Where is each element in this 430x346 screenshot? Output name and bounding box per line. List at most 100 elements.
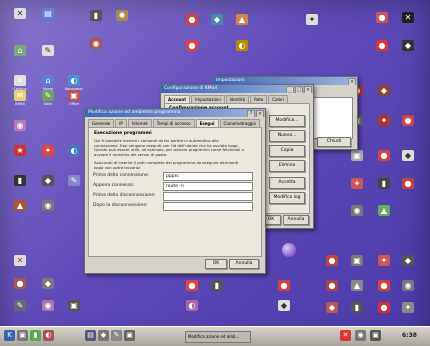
cancel-button[interactable]: Annulla: [229, 259, 259, 269]
desktop-icon[interactable]: ●: [180, 14, 204, 26]
close-icon[interactable]: ×: [256, 110, 264, 117]
desktop-icon[interactable]: ◉: [396, 280, 420, 292]
before-disconnect-input[interactable]: [163, 192, 253, 201]
desktop-icon[interactable]: ◆: [272, 300, 296, 312]
desktop-icon[interactable]: ✎: [62, 175, 86, 187]
close-button[interactable]: Chiudi: [317, 137, 351, 147]
tab-execute[interactable]: Esegui: [195, 119, 219, 127]
desktop-icon[interactable]: ✦: [396, 302, 420, 314]
desktop-icon[interactable]: ◆: [205, 14, 229, 26]
app-icon[interactable]: ✎: [111, 330, 122, 341]
desktop-icon[interactable]: ●: [370, 40, 394, 52]
desktop-icon[interactable]: ●: [396, 178, 420, 190]
tab-colors[interactable]: Colori: [268, 95, 288, 103]
desktop-icon[interactable]: ◉: [84, 38, 108, 50]
desktop-icon[interactable]: ◆: [320, 302, 344, 314]
app-icon[interactable]: ◆: [98, 330, 109, 341]
desktop-icon[interactable]: ★: [8, 145, 32, 157]
desktop-icon[interactable]: ▲: [372, 205, 396, 217]
tray-icon[interactable]: ◉: [355, 330, 366, 341]
desktop-icon[interactable]: ▲: [230, 14, 254, 26]
tab-settings[interactable]: Impostazioni: [191, 95, 225, 103]
desktop-icon[interactable]: ◆: [396, 150, 420, 162]
desktop-icon[interactable]: ✕: [8, 8, 32, 20]
desktop-icon[interactable]: ◐: [62, 145, 86, 157]
desktop-icon[interactable]: ▲: [345, 280, 369, 292]
after-disconnect-input[interactable]: [163, 202, 253, 211]
desktop-icon[interactable]: ●: [372, 280, 396, 292]
desktop-icon[interactable]: ▮: [372, 178, 396, 190]
tab-account[interactable]: Account: [164, 95, 191, 103]
desktop-icon[interactable]: ●: [370, 12, 394, 24]
browser-icon[interactable]: ◐: [43, 330, 54, 341]
desktop-icon[interactable]: ◆: [396, 255, 420, 267]
desktop-icon[interactable]: ⌂: [8, 45, 32, 57]
desktop-icon[interactable]: ◐: [230, 40, 254, 52]
desktop-icon[interactable]: ▮: [205, 280, 229, 292]
desktop-icon[interactable]: ✎: [36, 45, 60, 57]
delete-button[interactable]: Elimina: [269, 160, 305, 172]
desktop-icon[interactable]: ▮: [345, 302, 369, 314]
desktop-icon[interactable]: ◆: [372, 85, 396, 97]
desktop-icon[interactable]: ●: [180, 280, 204, 292]
desktop-shortcut[interactable]: ▣ Office: [62, 90, 86, 106]
desktop-shortcut[interactable]: ✎ Kate: [36, 90, 60, 106]
desktop-icon[interactable]: ●: [8, 278, 32, 290]
titlebar[interactable]: Configurazione di KMail _ □ ×: [161, 85, 313, 93]
tab-internet[interactable]: Internet: [127, 119, 152, 127]
desktop-icon[interactable]: ◉: [8, 120, 32, 132]
tab-general[interactable]: Generale: [88, 119, 115, 127]
desktop-icon[interactable]: ✦: [36, 145, 60, 157]
new-button[interactable]: Nuovo...: [269, 130, 305, 142]
desktop-icon[interactable]: ●: [272, 280, 296, 292]
minimize-icon[interactable]: _: [286, 86, 294, 93]
desktop-icon[interactable]: ▣: [62, 300, 86, 312]
desktop-icon[interactable]: ●: [320, 255, 344, 267]
list-box[interactable]: [313, 97, 353, 139]
desktop-icon[interactable]: ◐: [180, 300, 204, 312]
before-connect-input[interactable]: ppprc: [163, 172, 253, 181]
modify-button[interactable]: Modifica...: [269, 115, 305, 127]
desktop-shortcut[interactable]: ✕ Cestino: [8, 75, 32, 91]
desktop-icon[interactable]: ✦: [372, 255, 396, 267]
desktop-icon[interactable]: ✕: [8, 255, 32, 267]
start-menu-icon[interactable]: K: [4, 330, 15, 341]
close-icon[interactable]: ×: [348, 78, 356, 85]
app-icon[interactable]: ▣: [124, 330, 135, 341]
desktop-icon[interactable]: ◉: [345, 205, 369, 217]
desktop-icon[interactable]: ✦: [372, 115, 396, 127]
desktop-icon[interactable]: ▮: [84, 10, 108, 22]
help-icon[interactable]: ?: [247, 110, 255, 117]
cancel-button[interactable]: Annulla: [283, 215, 309, 225]
tray-icon[interactable]: ▣: [370, 330, 381, 341]
desktop-icon[interactable]: ◆: [36, 278, 60, 290]
desktop-icon[interactable]: ●: [320, 280, 344, 292]
desktop-icon[interactable]: ▣: [17, 330, 28, 341]
terminal-icon[interactable]: ▮: [30, 330, 41, 341]
tab-ip[interactable]: IP: [115, 119, 127, 127]
pager-icon[interactable]: ▤: [85, 330, 96, 341]
desktop-icon[interactable]: ●: [372, 302, 396, 314]
desktop-icon[interactable]: ✺: [110, 10, 134, 22]
desktop-icon[interactable]: ✦: [345, 178, 369, 190]
desktop-icon[interactable]: ●: [372, 150, 396, 162]
desktop-icon[interactable]: ●: [180, 40, 204, 52]
copy-button[interactable]: Copia: [269, 145, 305, 157]
taskbar-task[interactable]: Modifica azione ed amb...: [185, 331, 251, 343]
modify-log-button[interactable]: Modifica log: [269, 192, 305, 204]
desktop-shortcut[interactable]: ◐ Konqueror: [62, 75, 86, 91]
desktop-shortcut[interactable]: ✉ KMail: [8, 90, 32, 106]
desktop-icon[interactable]: ▣: [345, 255, 369, 267]
desktop-icon[interactable]: ▮: [8, 175, 32, 187]
desktop-icon[interactable]: ◆: [36, 175, 60, 187]
tab-network[interactable]: Rete: [250, 95, 268, 103]
desktop-shortcut[interactable]: ⌂ Home: [36, 75, 60, 91]
desktop-icon[interactable]: ▤: [36, 8, 60, 20]
tab-timing[interactable]: Cronometraggio: [219, 119, 260, 127]
desktop-icon[interactable]: ▲: [8, 200, 32, 212]
maximize-icon[interactable]: □: [295, 86, 303, 93]
desktop-icon[interactable]: ▣: [345, 150, 369, 162]
desktop-icon[interactable]: ◉: [36, 300, 60, 312]
desktop-icon[interactable]: ✎: [8, 300, 32, 312]
tray-icon[interactable]: ✕: [340, 330, 351, 341]
